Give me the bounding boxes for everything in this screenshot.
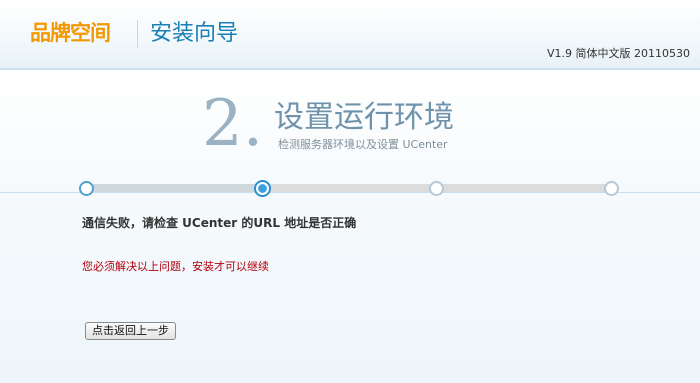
progress-baseline: [0, 192, 700, 193]
step-1-indicator: [79, 181, 94, 196]
back-button[interactable]: 点击返回上一步: [85, 322, 176, 340]
step-4-indicator: [604, 181, 619, 196]
header-bar: 品牌空间 安装向导 V1.9 简体中文版 20110530: [0, 0, 700, 68]
version-label: V1.9 简体中文版 20110530: [547, 47, 690, 60]
brand-logo: 品牌空间: [30, 21, 111, 45]
step-description: 检测服务器环境以及设置 UCenter: [278, 138, 448, 151]
step-3-indicator: [429, 181, 444, 196]
progress-fill: [86, 184, 261, 192]
error-message: 通信失败，请检查 UCenter 的URL 地址是否正确: [82, 216, 357, 230]
step-title: 设置运行环境: [274, 100, 454, 135]
step-2-indicator: [254, 180, 271, 197]
step-number: 2.: [202, 87, 264, 161]
warning-message: 您必须解决以上问题，安装才可以继续: [82, 260, 269, 273]
header-divider: [137, 20, 138, 48]
wizard-title: 安装向导: [150, 21, 239, 46]
installer-window: 品牌空间 安装向导 V1.9 简体中文版 20110530 2. 设置运行环境 …: [0, 0, 700, 383]
